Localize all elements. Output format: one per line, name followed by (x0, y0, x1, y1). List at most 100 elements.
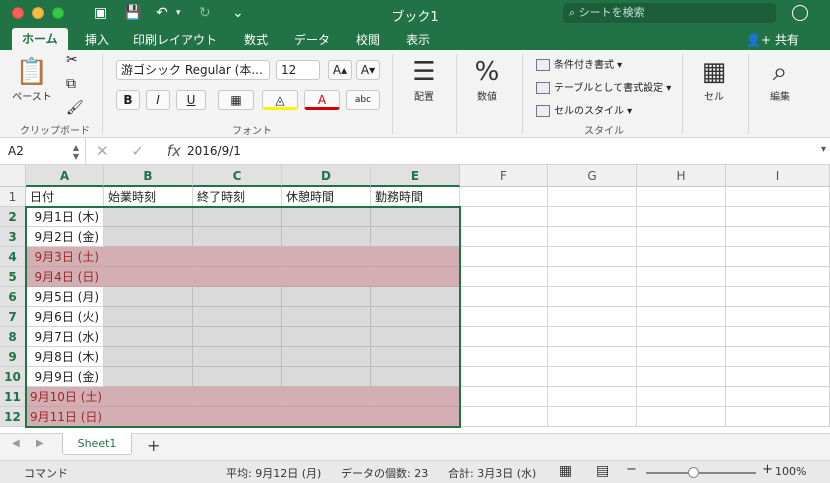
cell[interactable] (726, 367, 830, 387)
cell[interactable] (282, 307, 371, 327)
cell[interactable] (726, 207, 830, 227)
cell[interactable] (637, 267, 726, 287)
cell[interactable] (460, 307, 548, 327)
cell[interactable] (193, 227, 282, 247)
column-header-h[interactable]: H (637, 165, 726, 187)
row-header-7[interactable]: 7 (0, 307, 26, 327)
paste-button[interactable]: 📋 ペースト (10, 56, 54, 103)
add-sheet-button[interactable]: + (147, 436, 160, 455)
tab-review[interactable]: 校閲 (356, 31, 380, 48)
cell[interactable] (371, 307, 460, 327)
font-size-select[interactable]: 12 (276, 60, 320, 80)
feedback-smiley-icon[interactable] (792, 5, 808, 21)
cell[interactable] (282, 287, 371, 307)
cell[interactable] (726, 407, 830, 427)
cell[interactable] (193, 247, 282, 267)
date-cell[interactable]: 9月7日 (水) (26, 327, 104, 347)
cell[interactable] (104, 307, 193, 327)
column-header-b[interactable]: B (104, 165, 193, 187)
prev-sheet-icon[interactable]: ◀ (12, 438, 20, 449)
row-header-5[interactable]: 5 (0, 267, 26, 287)
tab-insert[interactable]: 挿入 (85, 31, 109, 48)
cell[interactable] (548, 287, 637, 307)
cell[interactable] (282, 267, 371, 287)
alignment-button[interactable]: ☰ 配置 (402, 56, 446, 103)
date-cell[interactable]: 9月2日 (金) (26, 227, 104, 247)
sheet-tab-sheet1[interactable]: Sheet1 (62, 433, 132, 455)
cell[interactable] (548, 187, 637, 207)
cell[interactable] (282, 407, 371, 427)
row-header-3[interactable]: 3 (0, 227, 26, 247)
row-header-2[interactable]: 2 (0, 207, 26, 227)
select-all-corner[interactable] (0, 165, 26, 187)
function-icon[interactable]: fx (167, 142, 181, 160)
cell[interactable] (282, 207, 371, 227)
underline-button[interactable]: U (176, 90, 206, 110)
cell[interactable] (193, 347, 282, 367)
cell[interactable] (637, 187, 726, 207)
zoom-slider-knob[interactable] (688, 467, 699, 478)
cell[interactable] (726, 267, 830, 287)
cell[interactable] (637, 287, 726, 307)
page-layout-view-icon[interactable]: ▤ (596, 463, 609, 479)
cell[interactable] (460, 367, 548, 387)
cell[interactable] (726, 327, 830, 347)
column-header-i[interactable]: I (726, 165, 830, 187)
bold-button[interactable]: B (116, 90, 140, 110)
cell[interactable] (282, 247, 371, 267)
phonetic-guide-button[interactable]: abc (346, 90, 380, 110)
cell[interactable] (460, 327, 548, 347)
header-cell[interactable]: 休憩時間 (282, 187, 371, 207)
zoom-in-icon[interactable]: + (762, 462, 773, 477)
cell[interactable] (726, 387, 830, 407)
cell[interactable] (726, 247, 830, 267)
expand-formula-icon[interactable]: ▾ (821, 144, 826, 155)
cell[interactable] (371, 207, 460, 227)
row-header-12[interactable]: 12 (0, 407, 26, 427)
row-header-11[interactable]: 11 (0, 387, 26, 407)
borders-icon[interactable]: ▦ (218, 90, 254, 110)
cell[interactable] (548, 227, 637, 247)
cell[interactable] (371, 247, 460, 267)
column-header-g[interactable]: G (548, 165, 637, 187)
italic-button[interactable]: I (146, 90, 170, 110)
cell[interactable] (104, 327, 193, 347)
cell[interactable] (460, 207, 548, 227)
cell[interactable] (548, 307, 637, 327)
header-cell[interactable]: 日付 (26, 187, 104, 207)
fill-color-icon[interactable]: ◬ (262, 90, 298, 110)
cell[interactable] (726, 347, 830, 367)
cell[interactable] (193, 407, 282, 427)
cell[interactable] (104, 287, 193, 307)
cell[interactable] (726, 187, 830, 207)
row-header-4[interactable]: 4 (0, 247, 26, 267)
cell[interactable] (193, 287, 282, 307)
cell[interactable] (637, 347, 726, 367)
sheet-search-input[interactable]: ⌕ シートを検索 (563, 3, 776, 23)
cell[interactable] (193, 267, 282, 287)
cell[interactable] (548, 347, 637, 367)
cell[interactable] (371, 327, 460, 347)
cell[interactable] (282, 387, 371, 407)
cell[interactable] (460, 347, 548, 367)
cell[interactable] (726, 307, 830, 327)
cell[interactable] (371, 267, 460, 287)
cell[interactable] (548, 247, 637, 267)
header-cell[interactable]: 勤務時間 (371, 187, 460, 207)
cell[interactable] (460, 407, 548, 427)
cell[interactable] (460, 267, 548, 287)
cell[interactable] (637, 407, 726, 427)
cell[interactable] (371, 227, 460, 247)
cell[interactable] (460, 187, 548, 207)
cell[interactable] (460, 247, 548, 267)
cell[interactable] (104, 207, 193, 227)
cell[interactable] (548, 407, 637, 427)
cell[interactable] (548, 387, 637, 407)
column-header-f[interactable]: F (460, 165, 548, 187)
cell[interactable] (193, 207, 282, 227)
cell[interactable] (104, 267, 193, 287)
cell[interactable] (637, 307, 726, 327)
editing-button[interactable]: ⌕ 編集 (758, 56, 802, 103)
cell[interactable] (282, 327, 371, 347)
cell[interactable] (726, 227, 830, 247)
